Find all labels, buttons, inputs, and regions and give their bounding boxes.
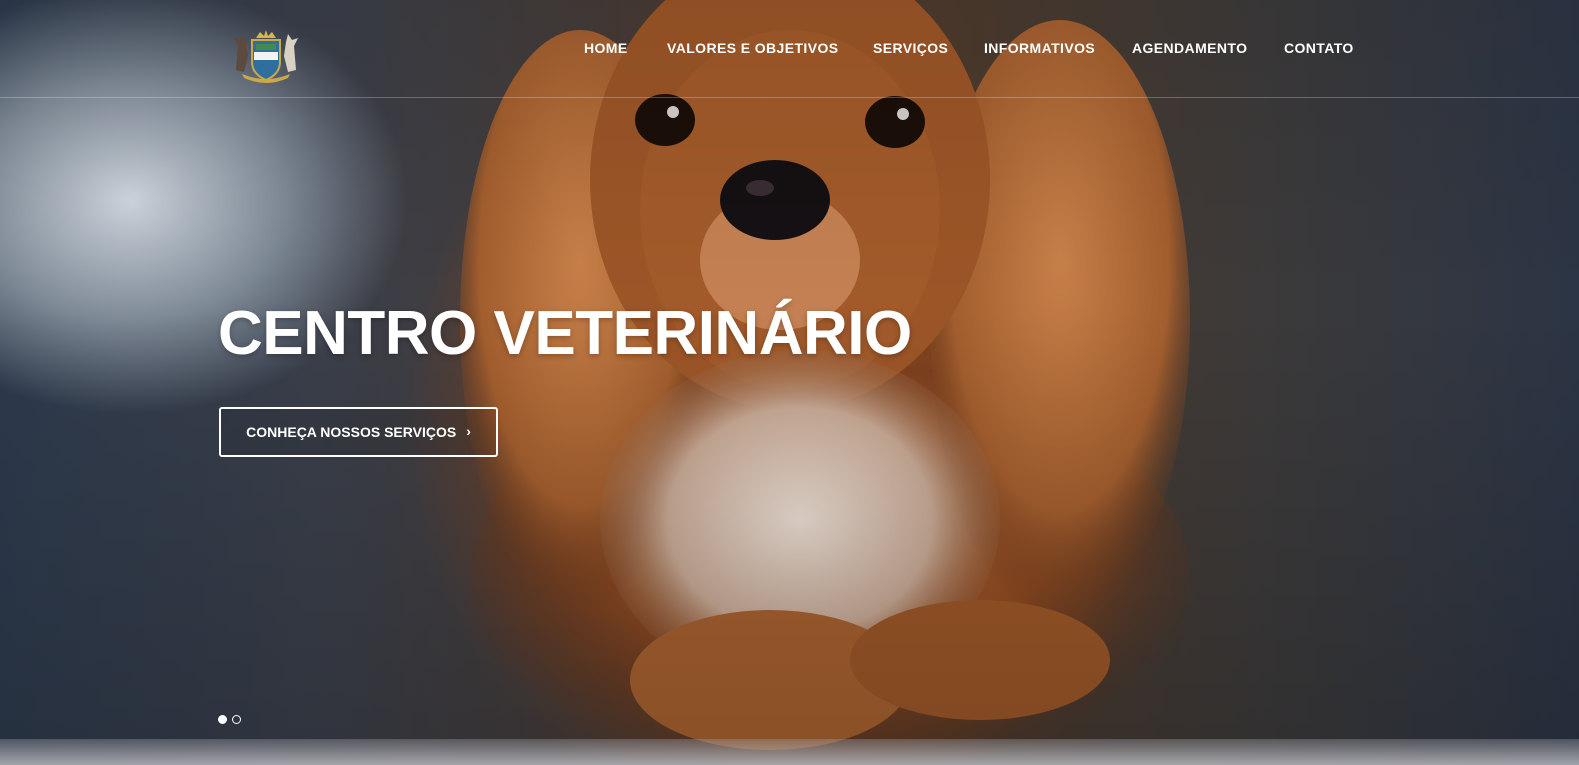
services-cta-label: CONHEÇA NOSSOS SERVIÇOS <box>246 424 457 440</box>
nav-contato[interactable]: CONTATO <box>1284 40 1354 56</box>
main-nav: HOME VALORES E OBJETIVOS SERVIÇOS INFORM… <box>0 40 1579 60</box>
slide-dot-2[interactable] <box>232 715 241 724</box>
nav-home[interactable]: HOME <box>584 40 628 56</box>
hero-overlay <box>0 0 1579 765</box>
hero-slider: HOME VALORES E OBJETIVOS SERVIÇOS INFORM… <box>0 0 1579 765</box>
hero-title: CENTRO VETERINÁRIO <box>218 299 912 368</box>
nav-agendamento[interactable]: AGENDAMENTO <box>1132 40 1247 56</box>
nav-valores-e-objetivos[interactable]: VALORES E OBJETIVOS <box>667 40 839 56</box>
services-cta-button[interactable]: CONHEÇA NOSSOS SERVIÇOS › <box>219 407 498 457</box>
nav-servicos[interactable]: SERVIÇOS <box>873 40 948 56</box>
slider-pagination <box>218 715 241 724</box>
slide-dot-1[interactable] <box>218 715 227 724</box>
top-navbar: HOME VALORES E OBJETIVOS SERVIÇOS INFORM… <box>0 0 1579 98</box>
chevron-right-icon: › <box>466 423 471 439</box>
nav-informativos[interactable]: INFORMATIVOS <box>984 40 1095 56</box>
